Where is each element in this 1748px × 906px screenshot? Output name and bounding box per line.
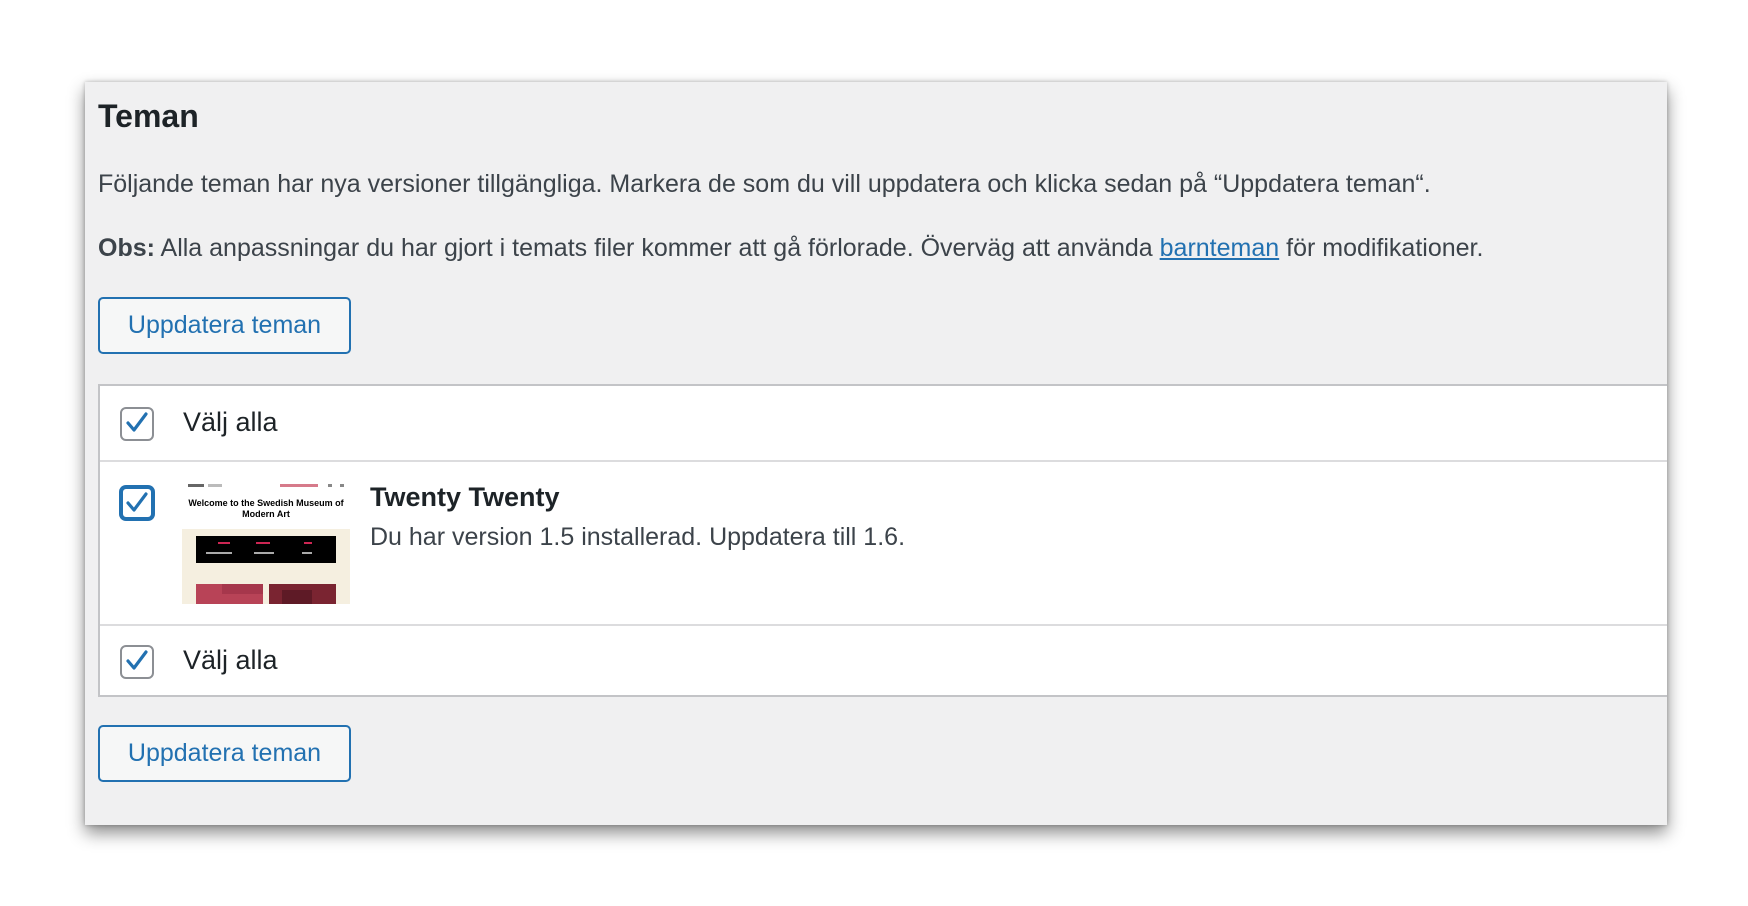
screenshot-site-tagline xyxy=(208,484,222,487)
screenshot-info-bar xyxy=(196,536,336,563)
select-all-row-top: Välj alla xyxy=(100,386,1667,462)
update-themes-button-bottom[interactable]: Uppdatera teman xyxy=(98,725,351,782)
screenshot-info-label xyxy=(304,542,312,544)
select-all-row-bottom: Välj alla xyxy=(100,626,1667,697)
section-title: Teman xyxy=(98,98,199,134)
select-all-label-top[interactable]: Välj alla xyxy=(183,407,278,438)
screenshot-info-value xyxy=(302,552,312,554)
screenshot-info-label xyxy=(256,542,270,544)
screenshot-info-value xyxy=(254,552,274,554)
screenshot-info-value xyxy=(206,552,232,554)
screenshot-menu-icon xyxy=(340,484,344,487)
select-all-checkbox-top[interactable] xyxy=(120,407,154,441)
child-themes-link[interactable]: barnteman xyxy=(1160,234,1280,262)
note-text: Obs: Alla anpassningar du har gjort i te… xyxy=(98,234,1483,263)
note-text-after: för modifikationer. xyxy=(1279,234,1484,262)
themes-table: Välj alla Welcome to the Swedish Museum … xyxy=(98,384,1667,697)
update-themes-button-top[interactable]: Uppdatera teman xyxy=(98,297,351,354)
screenshot-site-title xyxy=(188,484,204,487)
screenshot-search-icon xyxy=(328,484,332,487)
theme-screenshot: Welcome to the Swedish Museum of Modern … xyxy=(182,480,350,604)
check-icon xyxy=(126,492,148,512)
screenshot-image-left-detail xyxy=(222,584,263,594)
theme-row: Welcome to the Swedish Museum of Modern … xyxy=(100,462,1667,626)
screenshot-image-right-detail xyxy=(282,590,312,604)
screenshot-heading: Welcome to the Swedish Museum of Modern … xyxy=(188,498,344,519)
note-text-before: Alla anpassningar du har gjort i temats … xyxy=(154,234,1160,262)
screenshot-menu xyxy=(280,484,318,487)
select-all-checkbox-bottom[interactable] xyxy=(120,645,154,679)
intro-text: Följande teman har nya versioner tillgän… xyxy=(98,170,1431,198)
check-icon xyxy=(126,412,148,432)
screenshot-header-bar xyxy=(182,480,350,494)
theme-name: Twenty Twenty xyxy=(370,482,560,512)
screenshot-info-label xyxy=(218,542,230,544)
select-all-label-bottom[interactable]: Välj alla xyxy=(183,645,278,676)
note-label: Obs: xyxy=(98,234,155,262)
themes-panel: Teman Följande teman har nya versioner t… xyxy=(85,82,1667,825)
check-icon xyxy=(126,650,148,670)
theme-version-info: Du har version 1.5 installerad. Uppdater… xyxy=(370,523,906,551)
theme-checkbox[interactable] xyxy=(120,486,154,520)
